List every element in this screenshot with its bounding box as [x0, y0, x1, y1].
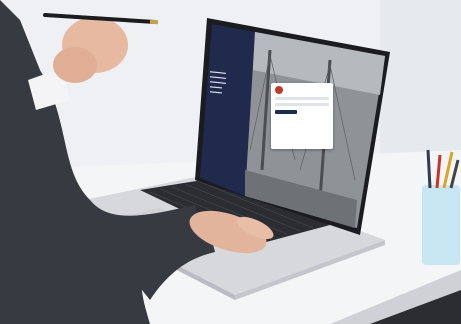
login-field	[275, 97, 329, 100]
screen-login-card	[271, 83, 333, 149]
password-field	[275, 103, 329, 106]
logo-icon	[275, 86, 283, 94]
screen-slogan: ▬▬▬▬ ▬▬▬▬ ▬▬▬▬ ▬▬▬ ▬▬▬	[210, 68, 226, 95]
pen-cup	[422, 185, 460, 265]
photo-scene: ▬▬▬▬ ▬▬▬▬ ▬▬▬▬ ▬▬▬ ▬▬▬	[0, 0, 461, 324]
scene-illustration	[0, 0, 461, 324]
login-button	[275, 110, 297, 114]
